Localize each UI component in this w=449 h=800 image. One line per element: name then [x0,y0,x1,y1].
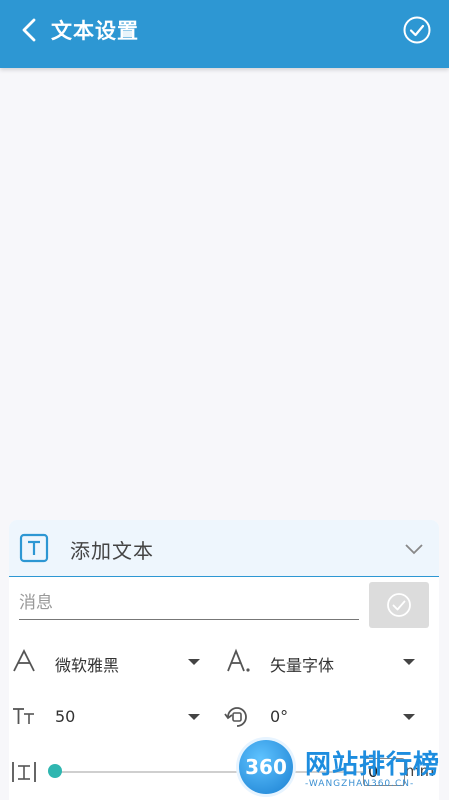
font-name-dropdown-icon[interactable] [188,659,200,665]
text-box-icon [19,533,49,563]
size-rotation-row: 50 0° [9,697,439,737]
font-size-value[interactable]: 50 [55,707,75,726]
font-size-icon [13,708,34,724]
font-size-dropdown-icon[interactable] [188,714,200,720]
watermark-subtitle: -WANGZHAN360.CN- [305,779,415,789]
confirm-button[interactable] [401,14,433,46]
watermark-badge: 360 [239,740,293,794]
message-input[interactable] [19,587,359,619]
page-title: 文本设置 [51,19,139,43]
top-app-bar: 文本设置 [0,0,449,68]
rotate-icon [224,707,247,727]
add-text-header[interactable]: 添加文本 [9,520,439,577]
rotation-dropdown-icon[interactable] [403,714,415,720]
message-field [19,587,359,620]
apply-text-button[interactable] [369,582,429,628]
check-circle-icon [403,16,431,44]
chevron-down-icon[interactable] [403,538,425,560]
check-circle-icon [387,593,411,617]
vector-font-icon [227,648,250,672]
font-row: 微软雅黑 矢量字体 [9,642,439,682]
font-icon [13,648,35,672]
font-type-value[interactable]: 矢量字体 [270,652,334,676]
font-name-value[interactable]: 微软雅黑 [55,652,119,676]
font-type-dropdown-icon[interactable] [403,659,415,665]
watermark-title: 网站排行榜 [305,750,441,780]
back-button[interactable] [14,14,46,46]
chevron-left-icon [22,18,36,42]
watermark: 360 网站排行榜 -WANGZHAN360.CN- [239,740,449,800]
add-text-title: 添加文本 [70,539,154,563]
letter-spacing-icon [12,762,36,782]
rotation-value[interactable]: 0° [270,707,288,726]
spacing-slider-thumb[interactable] [48,764,62,778]
